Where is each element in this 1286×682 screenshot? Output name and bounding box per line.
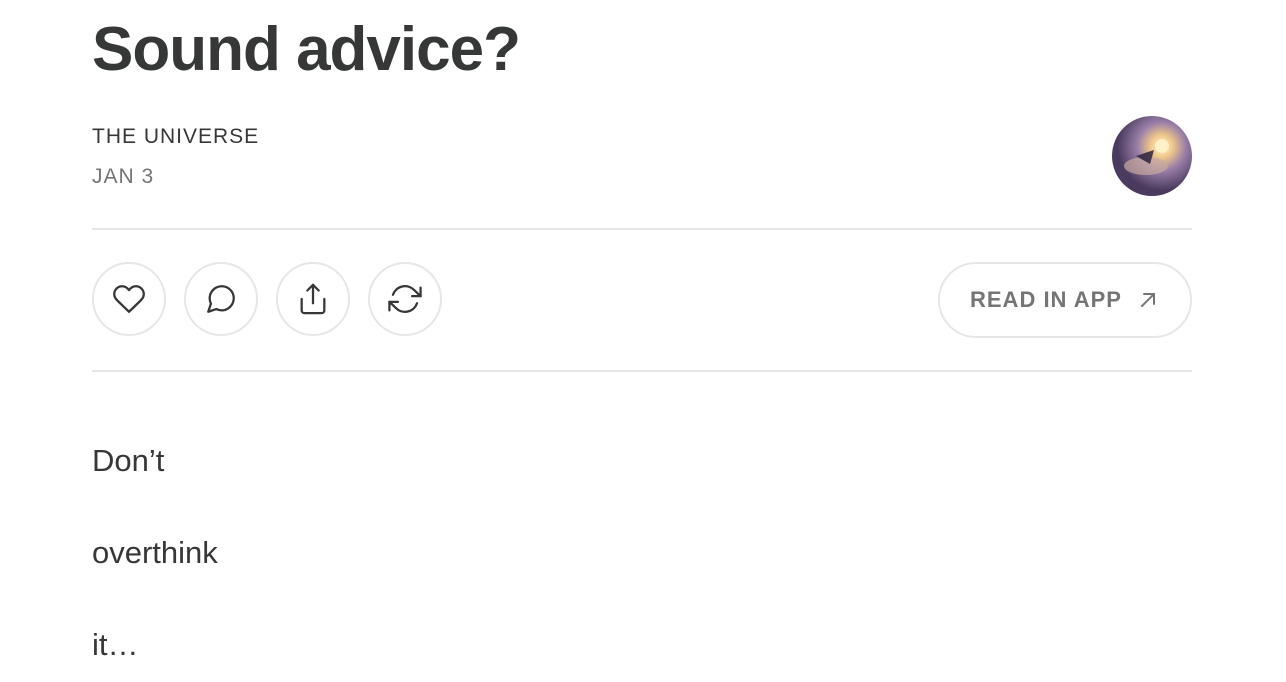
comment-button[interactable] [184, 262, 258, 336]
body-paragraph: overthink [92, 535, 218, 570]
read-in-app-label: READ IN APP [970, 287, 1122, 312]
share-button[interactable] [276, 262, 350, 336]
restack-icon [388, 285, 422, 313]
share-icon [300, 283, 326, 315]
heart-icon [113, 285, 145, 313]
bottom-divider [92, 370, 1192, 372]
read-in-app-button[interactable]: READ IN APP [938, 262, 1192, 338]
author-avatar[interactable] [1112, 116, 1192, 196]
post-date: JAN 3 [92, 165, 155, 188]
arrow-up-right-icon [1140, 293, 1155, 307]
top-divider [92, 228, 1192, 230]
author-name[interactable]: THE UNIVERSE [92, 124, 259, 150]
body-paragraph: it… [92, 627, 139, 662]
post-page: Sound advice? THE UNIVERSE JAN 3 READ IN… [0, 0, 1286, 682]
post-title: Sound advice? [92, 15, 521, 84]
body-paragraph: Don’t [92, 443, 165, 478]
comment-bubble-icon [207, 285, 235, 313]
restack-button[interactable] [368, 262, 442, 336]
like-button[interactable] [92, 262, 166, 336]
avatar-image [1112, 116, 1192, 196]
